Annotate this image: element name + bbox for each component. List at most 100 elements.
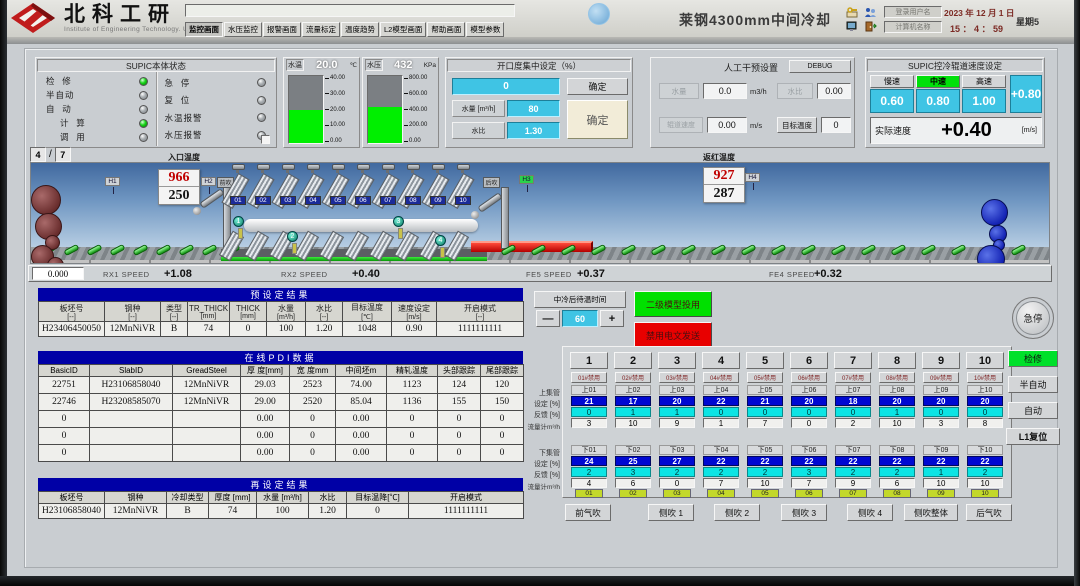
bottom-setpoint[interactable]: 22 — [923, 456, 959, 466]
top-feedback: 1 — [615, 407, 651, 417]
top-header-name: 上02 — [615, 385, 651, 395]
bottom-header-name: 下09 — [923, 445, 959, 455]
top-setpoint[interactable]: 21 — [571, 396, 607, 406]
top-header-name: 上10 — [967, 385, 1003, 395]
blow-button-7[interactable]: 后气吹 — [966, 504, 1012, 521]
top-flow: 3 — [571, 418, 607, 428]
blow-button-2[interactable]: 侧吹 1 — [648, 504, 694, 521]
disable-button-10[interactable]: 10#禁用 — [967, 372, 1003, 383]
side-button-3[interactable]: 自动 — [1008, 402, 1058, 419]
bottom-feedback: 3 — [791, 467, 827, 477]
top-setpoint[interactable]: 20 — [791, 396, 827, 406]
flow-meter-tag-02: 02 — [619, 489, 647, 498]
nozzle-top-row-label: 上集管 — [518, 388, 560, 398]
bottom-flow: 7 — [791, 478, 827, 488]
top-setpoint[interactable]: 20 — [923, 396, 959, 406]
bottom-setpoint[interactable]: 22 — [747, 456, 783, 466]
bottom-setpoint[interactable]: 25 — [615, 456, 651, 466]
flow-meter-tag-09: 09 — [927, 489, 955, 498]
bottom-header-name: 下03 — [659, 445, 695, 455]
top-feedback: 0 — [967, 407, 1003, 417]
top-setpoint[interactable]: 20 — [879, 396, 915, 406]
disable-button-06[interactable]: 06#禁用 — [791, 372, 827, 383]
blow-button-3[interactable]: 侧吹 2 — [714, 504, 760, 521]
bottom-header-name: 下07 — [835, 445, 871, 455]
header-button-2[interactable]: 2 — [614, 352, 652, 369]
header-button-10[interactable]: 10 — [966, 352, 1004, 369]
bottom-flow: 10 — [923, 478, 959, 488]
bottom-flow: 7 — [703, 478, 739, 488]
disable-button-08[interactable]: 08#禁用 — [879, 372, 915, 383]
top-feedback: 0 — [923, 407, 959, 417]
header-button-9[interactable]: 9 — [922, 352, 960, 369]
top-header-name: 上07 — [835, 385, 871, 395]
bottom-header-name: 下01 — [571, 445, 607, 455]
top-header-name: 上03 — [659, 385, 695, 395]
header-button-8[interactable]: 8 — [878, 352, 916, 369]
top-setpoint[interactable]: 17 — [615, 396, 651, 406]
blow-button-1[interactable]: 前气吹 — [565, 504, 611, 521]
blow-button-6[interactable]: 侧吹整体 — [904, 504, 958, 521]
disable-button-04[interactable]: 04#禁用 — [703, 372, 739, 383]
top-setpoint[interactable]: 18 — [835, 396, 871, 406]
top-setpoint[interactable]: 20 — [659, 396, 695, 406]
disable-button-03[interactable]: 03#禁用 — [659, 372, 695, 383]
bottom-header-name: 下05 — [747, 445, 783, 455]
flow-meter-tag-05: 05 — [751, 489, 779, 498]
top-flow: 3 — [923, 418, 959, 428]
disable-button-09[interactable]: 09#禁用 — [923, 372, 959, 383]
bank-number: 04 — [305, 196, 321, 205]
bottom-flow: 4 — [571, 478, 607, 488]
bottom-setpoint[interactable]: 24 — [571, 456, 607, 466]
disable-button-07[interactable]: 07#禁用 — [835, 372, 871, 383]
top-setpoint[interactable]: 20 — [967, 396, 1003, 406]
blow-button-5[interactable]: 侧吹 4 — [847, 504, 893, 521]
header-button-6[interactable]: 6 — [790, 352, 828, 369]
bottom-setpoint[interactable]: 22 — [703, 456, 739, 466]
bottom-setpoint[interactable]: 22 — [879, 456, 915, 466]
spot-marker-4: 4 — [435, 235, 446, 246]
top-setpoint[interactable]: 21 — [747, 396, 783, 406]
top-setpoint[interactable]: 22 — [703, 396, 739, 406]
top-flow: 1 — [703, 418, 739, 428]
marker-H3: H3 — [519, 175, 534, 184]
bank-number: 05 — [330, 196, 346, 205]
side-button-4[interactable]: L1复位 — [1006, 428, 1060, 445]
bottom-feedback: 2 — [659, 467, 695, 477]
nozzle-top-row-label: 反馈 [%] — [518, 410, 560, 420]
bottom-setpoint[interactable]: 22 — [967, 456, 1003, 466]
header-button-4[interactable]: 4 — [702, 352, 740, 369]
side-button-2[interactable]: 半自动 — [1008, 376, 1058, 393]
disable-button-01[interactable]: 01#禁用 — [571, 372, 607, 383]
bottom-setpoint[interactable]: 22 — [835, 456, 871, 466]
bottom-setpoint[interactable]: 22 — [791, 456, 827, 466]
bottom-flow: 0 — [659, 478, 695, 488]
side-button-1[interactable]: 检修 — [1008, 350, 1058, 367]
bottom-setpoint[interactable]: 27 — [659, 456, 695, 466]
blow-button-4[interactable]: 侧吹 3 — [781, 504, 827, 521]
bezel-bottom — [0, 576, 1080, 586]
top-flow: 7 — [747, 418, 783, 428]
emergency-stop-button[interactable]: 急停 — [1012, 297, 1054, 339]
nozzle-top-row-label: 流量计m³/h — [518, 421, 560, 431]
top-header-name: 上05 — [747, 385, 783, 395]
spot-marker-3: 3 — [393, 216, 404, 227]
disable-button-05[interactable]: 05#禁用 — [747, 372, 783, 383]
nozzle-layer: 上集管设定 [%]反馈 [%]流量计m³/h下集管设定 [%]反馈 [%]流量计… — [0, 0, 1080, 586]
top-flow: 0 — [791, 418, 827, 428]
top-feedback: 0 — [571, 407, 607, 417]
bottom-feedback: 2 — [967, 467, 1003, 477]
flow-meter-tag-01: 01 — [575, 489, 603, 498]
bottom-flow: 9 — [835, 478, 871, 488]
disable-button-02[interactable]: 02#禁用 — [615, 372, 651, 383]
nozzle-bottom-row-label: 下集管 — [518, 448, 560, 458]
header-button-1[interactable]: 1 — [570, 352, 608, 369]
marker-H1: H1 — [105, 177, 120, 186]
flow-meter-tag-04: 04 — [707, 489, 735, 498]
header-button-5[interactable]: 5 — [746, 352, 784, 369]
header-button-3[interactable]: 3 — [658, 352, 696, 369]
bottom-flow: 6 — [879, 478, 915, 488]
flow-meter-tag-10: 10 — [971, 489, 999, 498]
top-flow: 9 — [659, 418, 695, 428]
header-button-7[interactable]: 7 — [834, 352, 872, 369]
